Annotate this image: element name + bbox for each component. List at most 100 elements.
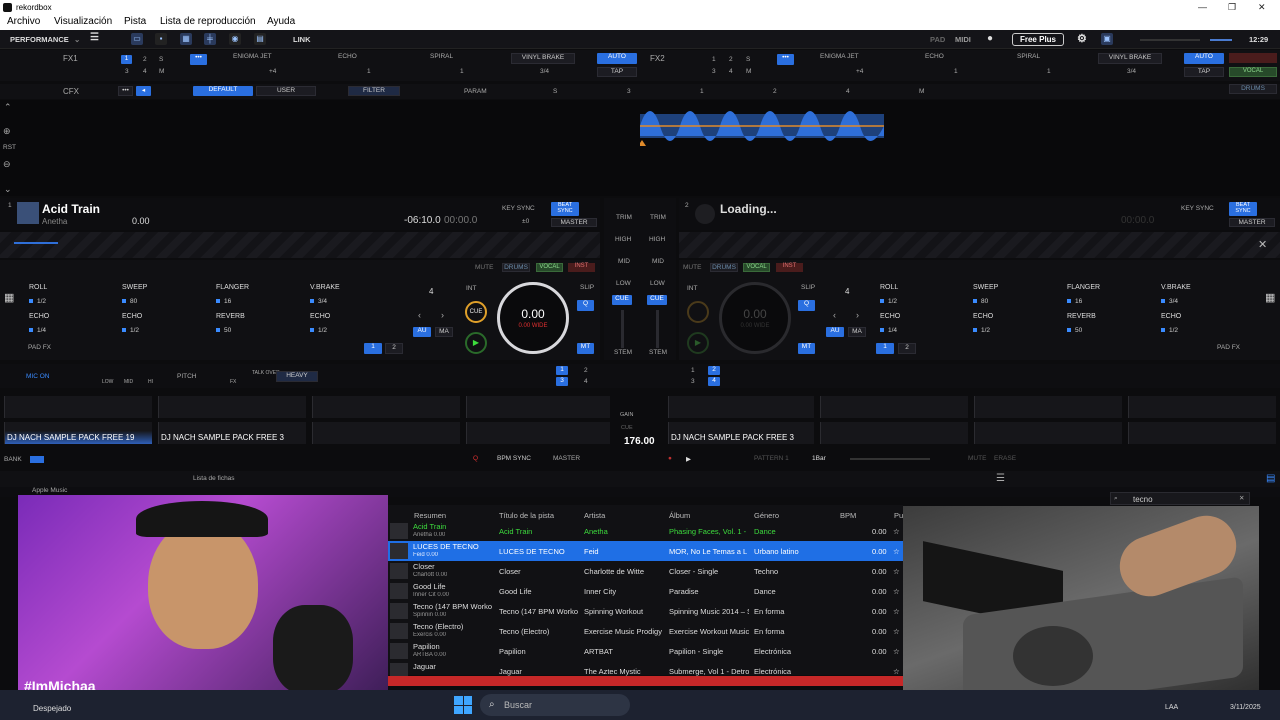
grid-l-3[interactable]: 3 bbox=[556, 377, 568, 386]
sampler-slot-12[interactable] bbox=[466, 422, 610, 444]
sampler-slot-7[interactable] bbox=[974, 396, 1122, 418]
col-pu[interactable]: Pu bbox=[894, 511, 903, 520]
sampler-slot-4[interactable] bbox=[466, 396, 610, 418]
taskbar-date[interactable]: 3/11/2025 bbox=[1230, 704, 1261, 711]
volume-slider[interactable] bbox=[1140, 39, 1200, 41]
star-icon[interactable]: ☆ bbox=[893, 607, 900, 616]
deck2-waveform-zoom[interactable]: ✕ bbox=[679, 232, 1280, 258]
info-icon[interactable]: ● bbox=[987, 33, 993, 44]
deck2-pad-grid-icon[interactable]: ▦ bbox=[1265, 291, 1275, 304]
deck2-ma[interactable]: MA bbox=[848, 327, 866, 337]
minimize-button[interactable]: — bbox=[1198, 2, 1207, 12]
zoom-in-icon[interactable]: ⊕ bbox=[3, 126, 11, 137]
deck1-waveform-zoom[interactable] bbox=[0, 232, 600, 258]
star-icon[interactable]: ☆ bbox=[893, 647, 900, 656]
deck2-slip[interactable]: SLIP bbox=[801, 284, 815, 291]
menu-lista-reproduccion[interactable]: Lista de reproducción bbox=[160, 16, 256, 27]
list-view-icon[interactable]: ☰ bbox=[996, 473, 1005, 484]
star-icon[interactable]: ☆ bbox=[893, 667, 900, 676]
sampler-slot-3[interactable] bbox=[312, 396, 460, 418]
col-genero[interactable]: Género bbox=[754, 511, 779, 520]
weather-label[interactable]: Despejado bbox=[33, 704, 71, 713]
grid-r-1[interactable]: 1 bbox=[691, 367, 695, 374]
rst-button[interactable]: RST bbox=[3, 144, 16, 151]
display-icon[interactable]: ▣ bbox=[1101, 33, 1113, 45]
search-clear-icon[interactable]: ✕ bbox=[1239, 494, 1244, 502]
fx2-more-icon[interactable]: ••• bbox=[777, 54, 794, 65]
sampler-slot-11[interactable] bbox=[312, 422, 460, 444]
fx2-tap-button[interactable]: TAP bbox=[1184, 67, 1224, 77]
grid-icon[interactable]: ▦ bbox=[180, 33, 192, 45]
record-icon[interactable]: ◉ bbox=[229, 33, 241, 45]
fx2-top-red[interactable] bbox=[1229, 53, 1277, 63]
cfx-back-icon[interactable]: ◂ bbox=[136, 86, 151, 96]
deck2-page-2[interactable]: 2 bbox=[898, 343, 916, 354]
sampler-slot-5[interactable] bbox=[668, 396, 814, 418]
mute-label[interactable]: MUTE bbox=[968, 455, 986, 462]
fx1-beat-s[interactable]: S bbox=[159, 56, 163, 63]
sampler-slot-8[interactable] bbox=[1128, 396, 1276, 418]
pad-l-7[interactable]: REVERB bbox=[216, 313, 245, 320]
col-artista[interactable]: Artista bbox=[584, 511, 605, 520]
fx1-beat-1[interactable]: 1 bbox=[121, 55, 132, 64]
pad-r-3[interactable]: FLANGER bbox=[1067, 284, 1100, 291]
windows-start-icon[interactable] bbox=[454, 696, 472, 714]
cfx-user-button[interactable]: USER bbox=[256, 86, 316, 96]
fx2-vocal-button[interactable]: VOCAL bbox=[1229, 67, 1277, 77]
deck2-au[interactable]: AU bbox=[826, 327, 844, 337]
mixer-cue-1[interactable]: CUE bbox=[612, 295, 632, 305]
seq-slider[interactable] bbox=[850, 458, 930, 460]
grid-r-3[interactable]: 3 bbox=[691, 378, 695, 385]
fx2-beat-2[interactable]: 2 bbox=[729, 56, 733, 63]
deck2-int[interactable]: INT bbox=[687, 285, 697, 292]
language-indicator[interactable]: LAA bbox=[1165, 704, 1178, 711]
fichas-label[interactable]: Lista de fichas bbox=[193, 475, 235, 482]
settings-gear-icon[interactable]: ⚙ bbox=[1077, 32, 1087, 45]
col-bpm[interactable]: BPM bbox=[840, 511, 856, 520]
deck1-page-1[interactable]: 1 bbox=[364, 343, 382, 354]
col-resumen[interactable]: Resumen bbox=[414, 511, 446, 520]
recorder-icon[interactable]: ▪ bbox=[155, 33, 167, 45]
deck1-int[interactable]: INT bbox=[466, 285, 476, 292]
pad-l-5[interactable]: ECHO bbox=[29, 313, 49, 320]
deck2-drums[interactable]: DRUMS bbox=[710, 263, 738, 272]
mixer-icon[interactable]: ╪ bbox=[204, 33, 216, 45]
deck2-loop-next-icon[interactable]: › bbox=[856, 310, 859, 320]
pad-l-3[interactable]: FLANGER bbox=[216, 284, 249, 291]
fx1-effect-2[interactable]: ECHO bbox=[338, 53, 357, 60]
star-icon[interactable]: ☆ bbox=[893, 627, 900, 636]
pitch-label[interactable]: PITCH bbox=[177, 373, 197, 380]
erase-label[interactable]: ERASE bbox=[994, 455, 1016, 462]
pad-l-8[interactable]: ECHO bbox=[310, 313, 330, 320]
deck1-jog-wheel[interactable]: 0.00 0.00 WIDE bbox=[497, 282, 569, 354]
fx1-effect-1[interactable]: ENIGMA JET bbox=[233, 53, 272, 60]
fx1-effect-3[interactable]: SPIRAL bbox=[430, 53, 453, 60]
fx2-effect-3[interactable]: SPIRAL bbox=[1017, 53, 1040, 60]
panel-icon[interactable]: ▤ bbox=[254, 33, 266, 45]
fx2-auto-button[interactable]: AUTO bbox=[1184, 53, 1224, 64]
cfx-default-button[interactable]: DEFAULT bbox=[193, 86, 253, 96]
deck2-close-icon[interactable]: ✕ bbox=[1258, 238, 1267, 251]
seq-record-icon[interactable]: ● bbox=[668, 455, 672, 462]
deck1-mt[interactable]: MT bbox=[577, 343, 594, 354]
bank-1[interactable] bbox=[30, 456, 44, 463]
sampler-slot-10[interactable]: DJ NACH SAMPLE PACK FREE 3 bbox=[158, 422, 306, 444]
star-icon[interactable]: ☆ bbox=[893, 587, 900, 596]
grid-r-2[interactable]: 2 bbox=[708, 366, 720, 375]
fx2-effect-1[interactable]: ENIGMA JET bbox=[820, 53, 859, 60]
fx2-beat-4[interactable]: 4 bbox=[729, 68, 733, 75]
chevron-down-icon[interactable]: ⌄ bbox=[74, 35, 80, 44]
sampler-slot-9[interactable]: DJ NACH SAMPLE PACK FREE 19 bbox=[4, 422, 152, 444]
table-row[interactable]: Good Life Inner Cit 0.00 Good Life Inner Ci… bbox=[388, 581, 903, 601]
fx1-beat-m[interactable]: M bbox=[159, 68, 164, 75]
cfx-more-icon[interactable]: ••• bbox=[118, 86, 133, 96]
deck1-beat-loop[interactable]: 4 bbox=[429, 287, 433, 296]
fx1-tap-button[interactable]: TAP bbox=[597, 67, 637, 77]
deck1-page-2[interactable]: 2 bbox=[385, 343, 403, 354]
layout-icon[interactable]: ▭ bbox=[131, 33, 143, 45]
sampler-slot-14[interactable] bbox=[820, 422, 968, 444]
col-titulo[interactable]: Título de la pista bbox=[499, 511, 554, 520]
deck1-padfx[interactable]: PAD FX bbox=[28, 344, 51, 351]
pad-r-4[interactable]: V.BRAKE bbox=[1161, 284, 1191, 291]
pad-r-1[interactable]: ROLL bbox=[880, 284, 898, 291]
